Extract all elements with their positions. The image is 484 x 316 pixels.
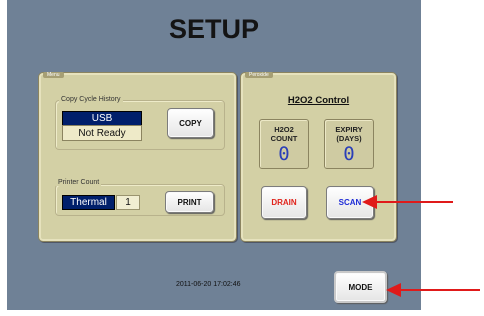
peroxide-panel-tab: Peroxide [245,72,273,78]
arrow-left-icon [386,283,480,297]
expiry-value: 0 [343,143,355,165]
drain-button[interactable]: DRAIN [261,186,307,219]
expiry-meter: EXPIRY (DAYS) 0 [324,119,374,169]
h2o2-count-meter: H2O2 COUNT 0 [259,119,309,169]
page-title: SETUP [168,14,260,44]
expiry-label-line1: EXPIRY [335,125,363,134]
printer-count-value: 1 [116,195,140,210]
mode-button[interactable]: MODE [334,271,387,303]
copy-history-group: Copy Cycle History USB Not Ready COPY [55,96,225,150]
menu-panel-tab: Menu [43,72,64,78]
datetime-display: 2011-06-20 17:02:46 [176,281,241,288]
menu-panel: Menu Copy Cycle History USB Not Ready CO… [38,72,237,242]
printer-type-indicator: Thermal [62,195,115,210]
h2o2-count-label-line2: COUNT [270,134,298,143]
arrow-left-icon [362,195,453,209]
status-indicator: Not Ready [62,125,142,141]
copy-history-label: Copy Cycle History [59,96,123,103]
print-button[interactable]: PRINT [165,191,214,213]
device-indicator: USB [62,111,142,126]
copy-button[interactable]: COPY [167,108,214,138]
h2o2-control-title: H2O2 Control [287,95,350,106]
setup-screen: SETUP Menu Copy Cycle History USB Not Re… [7,0,421,310]
printer-count-group: Printer Count Thermal 1 PRINT [55,179,225,216]
h2o2-count-label-line1: H2O2 [274,125,294,134]
h2o2-count-value: 0 [278,143,290,165]
expiry-label-line2: (DAYS) [336,134,362,143]
printer-count-label: Printer Count [56,179,102,186]
peroxide-panel: Peroxide H2O2 Control H2O2 COUNT 0 EXPIR… [240,72,397,242]
